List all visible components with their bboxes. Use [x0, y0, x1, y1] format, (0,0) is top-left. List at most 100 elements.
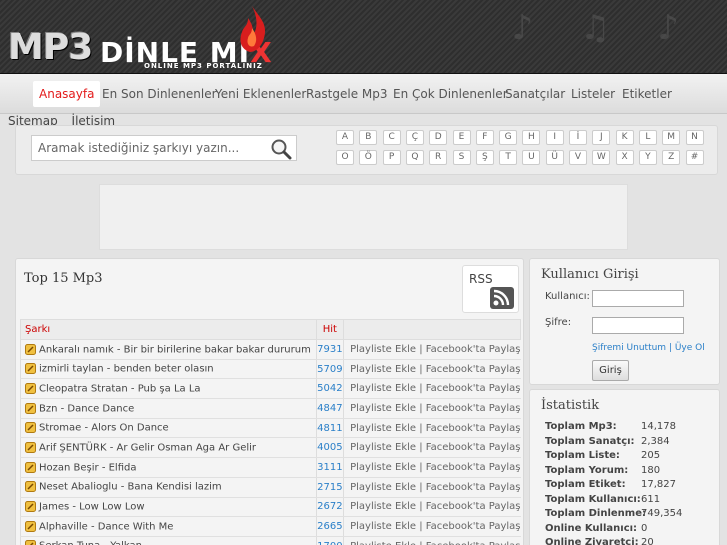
add-to-playlist-link[interactable]: Playliste Ekle [350, 423, 416, 434]
song-title-link[interactable]: James - Low Low Low [39, 502, 145, 513]
share-facebook-link[interactable]: Facebook'ta Paylaş [426, 521, 521, 532]
actions-cell: Playliste Ekle | Facebook'ta Paylaş [343, 437, 521, 459]
letter-button[interactable]: Ş [475, 150, 494, 165]
nav-item-rastgele-mp3[interactable]: Rastgele Mp3 [306, 81, 388, 107]
hit-count: 2672 [315, 497, 344, 518]
letter-button[interactable]: M [662, 130, 681, 145]
login-title: Kullanıcı Girişi [541, 267, 639, 282]
add-to-playlist-link[interactable]: Playliste Ekle [350, 501, 416, 512]
share-facebook-link[interactable]: Facebook'ta Paylaş [426, 383, 521, 394]
share-facebook-link[interactable]: Facebook'ta Paylaş [426, 482, 521, 493]
letter-button[interactable]: W [592, 150, 611, 165]
add-to-playlist-link[interactable]: Playliste Ekle [350, 541, 416, 545]
search-input[interactable] [32, 136, 262, 160]
nav-item-listeler[interactable]: Listeler [571, 81, 615, 107]
letter-button[interactable]: F [475, 130, 494, 145]
add-to-playlist-link[interactable]: Playliste Ekle [350, 482, 416, 493]
share-facebook-link[interactable]: Facebook'ta Paylaş [426, 501, 521, 512]
letter-button[interactable]: O [336, 150, 354, 165]
letter-button[interactable]: E [452, 130, 471, 145]
letter-button[interactable]: P [382, 150, 401, 165]
password-input[interactable] [592, 317, 684, 334]
share-facebook-link[interactable]: Facebook'ta Paylaş [426, 442, 521, 453]
top15-panel: Top 15 Mp3 RSS Şarkı Hit Ankaralı namık … [15, 258, 524, 545]
register-link[interactable]: Üye Ol [675, 343, 705, 353]
letter-button[interactable]: T [499, 150, 518, 165]
letter-button[interactable]: D [429, 130, 448, 145]
add-to-playlist-link[interactable]: Playliste Ekle [350, 442, 416, 453]
song-title-link[interactable]: Hozan Beşir - Elfida [39, 462, 136, 473]
stat-value: 0 [641, 522, 648, 534]
stat-value: 180 [641, 464, 661, 476]
username-input[interactable] [592, 290, 684, 307]
song-title-link[interactable]: Ankaralı namık - Bir bir birilerine baka… [39, 344, 311, 355]
add-to-playlist-link[interactable]: Playliste Ekle [350, 364, 416, 375]
letter-button[interactable]: Ü [545, 150, 564, 165]
letter-button[interactable]: X [615, 150, 634, 165]
stat-row: Online Kullanıcı: 0 [545, 523, 647, 534]
letter-button[interactable]: G [499, 130, 518, 145]
letter-button[interactable]: K [615, 130, 634, 145]
nav-item-yeni-eklenenler[interactable]: Yeni Eklenenler [215, 81, 306, 107]
letter-button[interactable]: # [685, 150, 704, 165]
share-facebook-link[interactable]: Facebook'ta Paylaş [426, 423, 521, 434]
letter-button[interactable]: A [336, 130, 354, 145]
search-icon[interactable] [270, 138, 292, 160]
forgot-password-link[interactable]: Şifremi Unuttum [592, 343, 666, 353]
actions-cell: Playliste Ekle | Facebook'ta Paylaş [343, 339, 521, 360]
site-logo[interactable]: MP3 DİNLE MİX ONLINE MP3 PORTALINIZ [8, 6, 272, 70]
song-title-link[interactable]: Cleopatra Stratan - Pub şa La La [39, 383, 201, 394]
table-header-row: Şarkı Hit [20, 319, 521, 340]
login-links: Şifremi Unuttum | Üye Ol [592, 343, 705, 353]
share-facebook-link[interactable]: Facebook'ta Paylaş [426, 541, 521, 545]
letter-button[interactable]: Ç [405, 130, 424, 145]
letter-button[interactable]: Z [662, 150, 681, 165]
stat-value: 2,384 [641, 435, 670, 447]
song-title-link[interactable]: Alphaville - Dance With Me [39, 521, 173, 532]
letter-button[interactable]: J [592, 130, 611, 145]
table-row: Hozan Beşir - Elfida 3111 Playliste Ekle |… [20, 457, 521, 478]
nav-item-en-cok-dinlenenler[interactable]: En Çok Dinlenenler [393, 81, 508, 107]
rss-box[interactable]: RSS [462, 265, 519, 313]
nav-item-sanatcilar[interactable]: Sanatçılar [505, 81, 565, 107]
share-facebook-link[interactable]: Facebook'ta Paylaş [426, 364, 521, 375]
letter-button[interactable]: R [429, 150, 448, 165]
add-to-playlist-link[interactable]: Playliste Ekle [350, 521, 416, 532]
song-cell: Alphaville - Dance With Me [20, 516, 317, 537]
song-title-link[interactable]: izmirli taylan - benden beter olasın [39, 364, 214, 375]
nav-item-en-son-dinlenenler[interactable]: En Son Dinlenenler [102, 81, 217, 107]
letter-button[interactable]: L [638, 130, 657, 145]
hit-count: 5042 [315, 378, 344, 400]
song-title-link[interactable]: Neset Abalioglu - Bana Kendisi lazim [39, 482, 222, 493]
song-title-link[interactable]: Serkan Tuna - Yalkan [39, 541, 142, 545]
rss-icon[interactable] [490, 287, 514, 309]
song-title-link[interactable]: Stromae - Alors On Dance [39, 423, 169, 434]
letter-button[interactable]: Q [405, 150, 424, 165]
letter-button[interactable]: V [569, 150, 587, 165]
letter-button[interactable]: Ö [359, 150, 378, 165]
letter-button[interactable]: B [359, 130, 378, 145]
add-to-playlist-link[interactable]: Playliste Ekle [350, 462, 416, 473]
letter-button[interactable]: Y [638, 150, 657, 165]
song-title-link[interactable]: Bzn - Dance Dance [39, 403, 134, 414]
nav-item-etiketler[interactable]: Etiketler [622, 81, 672, 107]
share-facebook-link[interactable]: Facebook'ta Paylaş [426, 462, 521, 473]
add-to-playlist-link[interactable]: Playliste Ekle [350, 383, 416, 394]
letter-button[interactable]: U [522, 150, 541, 165]
add-to-playlist-link[interactable]: Playliste Ekle [350, 344, 416, 355]
nav-item-anasayfa[interactable]: Anasayfa [33, 81, 101, 107]
share-facebook-link[interactable]: Facebook'ta Paylaş [426, 403, 521, 414]
letter-button[interactable]: I [545, 130, 564, 145]
share-facebook-link[interactable]: Facebook'ta Paylaş [426, 344, 521, 355]
song-title-link[interactable]: Arif ŞENTÜRK - Ar Gelir Osman Aga Ar Gel… [39, 443, 256, 454]
letter-button[interactable]: N [685, 130, 704, 145]
hit-count: 4005 [315, 437, 344, 459]
letter-button[interactable]: C [382, 130, 401, 145]
actions-cell: Playliste Ekle | Facebook'ta Paylaş [343, 378, 521, 400]
letter-button[interactable]: İ [569, 130, 587, 145]
add-to-playlist-link[interactable]: Playliste Ekle [350, 403, 416, 414]
main-nav: Anasayfa En Son Dinlenenler Yeni Eklenen… [0, 74, 727, 114]
letter-button[interactable]: S [452, 150, 471, 165]
letter-button[interactable]: H [522, 130, 541, 145]
login-button[interactable]: Giriş [592, 360, 629, 381]
